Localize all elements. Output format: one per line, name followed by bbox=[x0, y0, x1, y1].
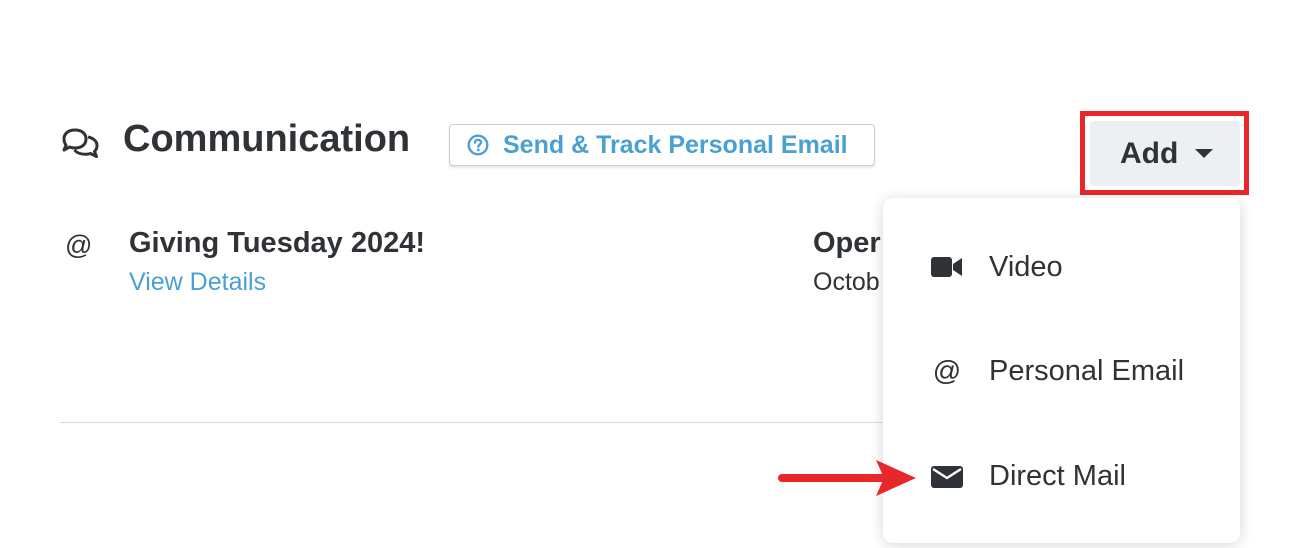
menu-item-label: Personal Email bbox=[989, 354, 1185, 387]
annotation-arrow-icon bbox=[778, 460, 916, 496]
communication-status: Oper bbox=[813, 227, 881, 259]
section-title: Communication bbox=[123, 118, 411, 160]
caret-down-icon bbox=[1195, 149, 1214, 158]
menu-item-direct-mail[interactable]: Direct Mail bbox=[883, 441, 1240, 511]
send-track-help-link[interactable]: Send & Track Personal Email bbox=[449, 124, 875, 166]
comments-icon bbox=[62, 128, 99, 158]
add-button-label: Add bbox=[1120, 136, 1179, 170]
help-link-label: Send & Track Personal Email bbox=[503, 130, 848, 159]
menu-item-label: Direct Mail bbox=[989, 459, 1126, 492]
menu-item-personal-email[interactable]: @ Personal Email bbox=[883, 336, 1240, 406]
communication-date: Octob bbox=[813, 268, 880, 296]
menu-item-video[interactable]: Video bbox=[883, 232, 1240, 302]
view-details-link[interactable]: View Details bbox=[129, 268, 266, 297]
video-camera-icon bbox=[931, 255, 963, 279]
at-icon: @ bbox=[65, 230, 93, 260]
communication-title: Giving Tuesday 2024! bbox=[129, 227, 426, 259]
at-icon: @ bbox=[931, 355, 963, 386]
section-divider bbox=[60, 422, 890, 423]
at-glyph: @ bbox=[932, 355, 962, 386]
add-dropdown-menu: Video @ Personal Email Direct Mail bbox=[883, 198, 1240, 543]
menu-item-label: Video bbox=[989, 250, 1063, 283]
question-circle-icon bbox=[467, 134, 489, 156]
envelope-icon bbox=[931, 464, 963, 488]
add-button[interactable]: Add bbox=[1090, 121, 1240, 186]
page: Communication Send & Track Personal Emai… bbox=[0, 0, 1296, 548]
